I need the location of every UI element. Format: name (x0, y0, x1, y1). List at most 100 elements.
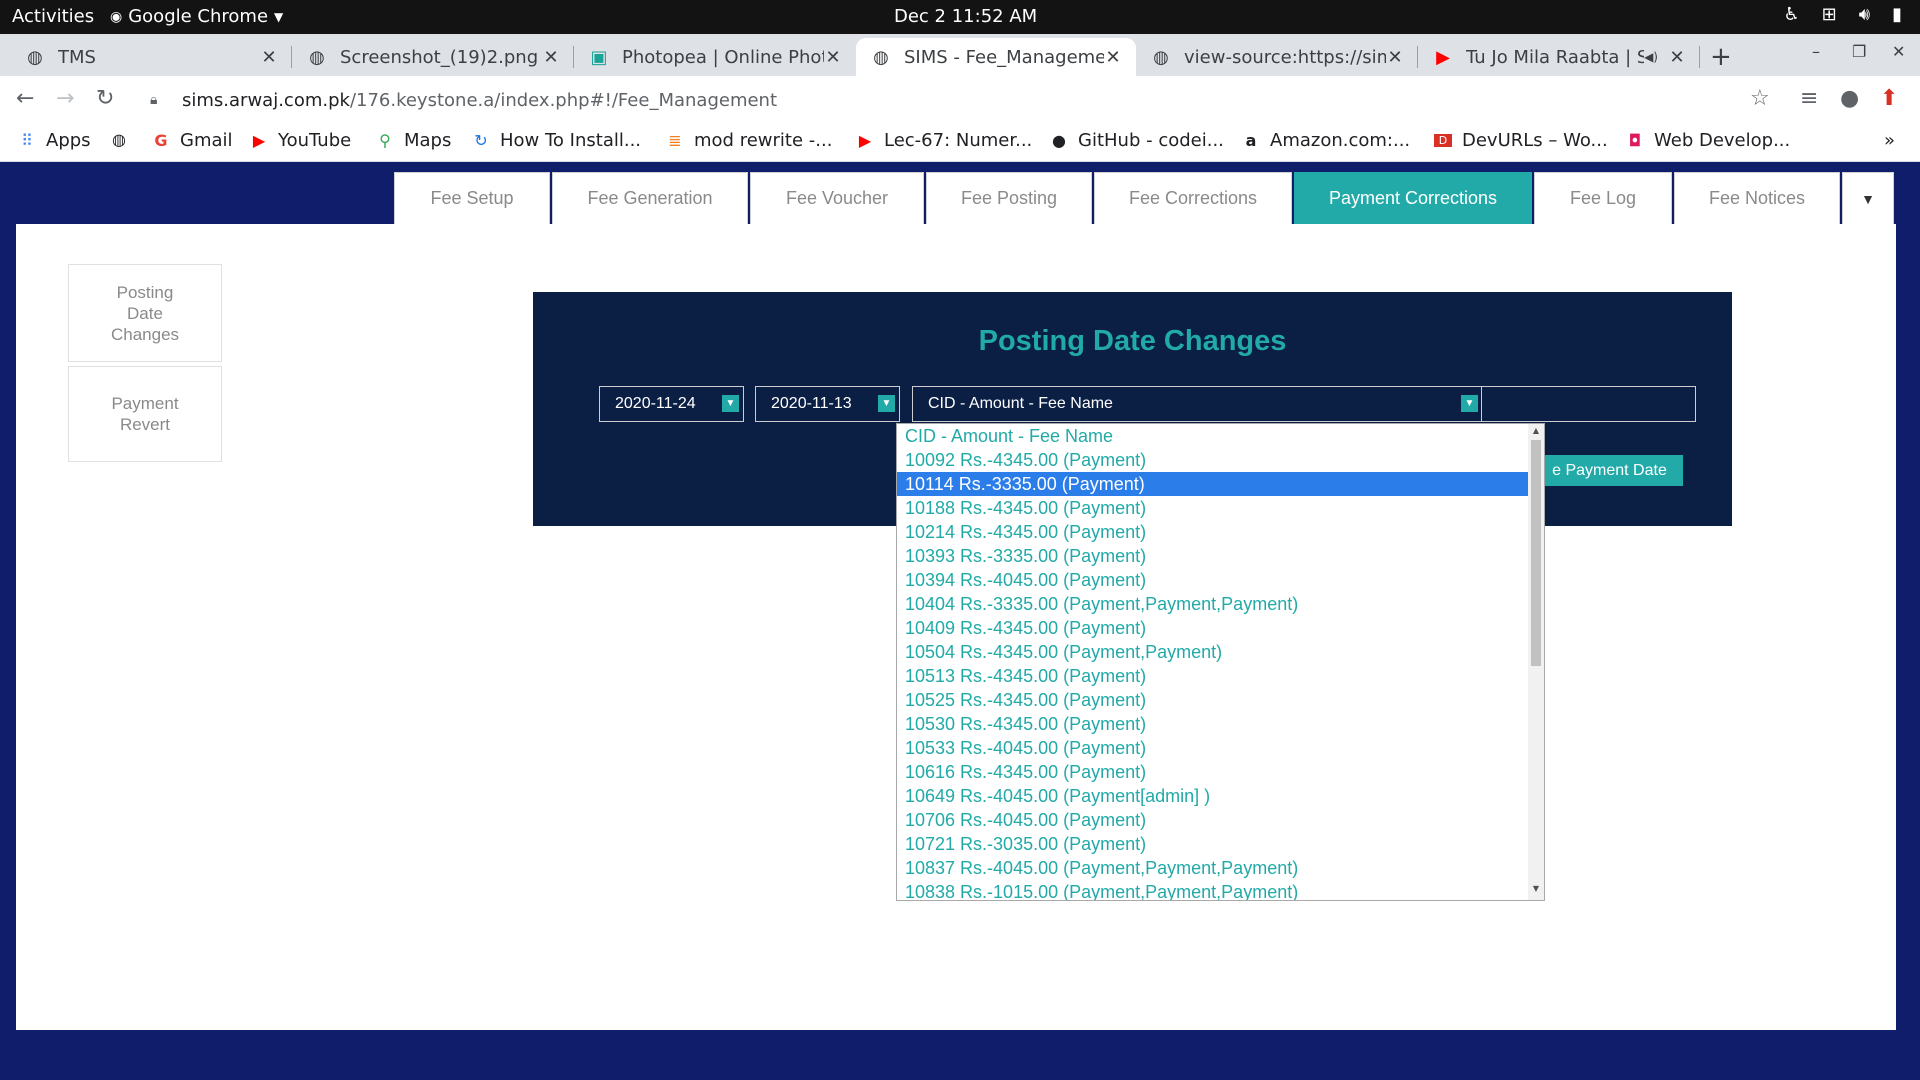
dropdown-option[interactable]: 10533 Rs.-4045.00 (Payment) (897, 736, 1528, 760)
scroll-up-arrow-icon[interactable]: ▲ (1528, 426, 1544, 440)
bookmark-apps[interactable]: ⠿ Apps (18, 130, 90, 151)
dropdown-option[interactable]: 10404 Rs.-3335.00 (Payment,Payment,Payme… (897, 592, 1528, 616)
browser-tab[interactable]: ▶ Tu Jo Mila Raabta | S ◀) ✕ (1418, 38, 1700, 76)
reload-icon[interactable]: ↻ (96, 86, 114, 111)
close-icon[interactable]: ✕ (1104, 47, 1122, 68)
network-icon[interactable]: ⊞ (1822, 4, 1837, 25)
update-alert-icon[interactable]: ⬆ (1880, 86, 1898, 111)
media-control-icon[interactable]: ≡ (1800, 86, 1818, 111)
app-menu[interactable]: ◉ Google Chrome ▼ (110, 6, 283, 27)
tab-fee-posting[interactable]: Fee Posting (926, 172, 1092, 224)
browser-tab[interactable]: ▣ Photopea | Online Phot ✕ (574, 38, 856, 76)
record-dropdown-list[interactable]: CID - Amount - Fee Name 10092 Rs.-4345.0… (896, 423, 1545, 901)
bookmark-gmail[interactable]: G Gmail (152, 130, 232, 151)
browser-tab[interactable]: ◍ TMS ✕ (10, 38, 292, 76)
record-select[interactable]: CID - Amount - Fee Name ▼ (912, 386, 1483, 422)
lock-icon[interactable]: 🔒︎ (150, 92, 170, 108)
close-icon[interactable]: ✕ (1668, 47, 1686, 68)
clock[interactable]: Dec 2 11:52 AM (894, 6, 1037, 27)
back-arrow-icon[interactable]: ← (16, 86, 34, 111)
activities-button[interactable]: Activities (12, 6, 94, 27)
dropdown-option[interactable]: 10394 Rs.-4045.00 (Payment) (897, 568, 1528, 592)
bookmark-github[interactable]: ● GitHub - codei... (1050, 130, 1224, 151)
tab-title: Photopea | Online Phot (622, 46, 824, 68)
forward-arrow-icon[interactable]: → (56, 86, 74, 111)
accessibility-icon[interactable]: ♿ (1784, 4, 1800, 25)
bookmark-label: Web Develop... (1654, 130, 1791, 151)
dropdown-option[interactable]: 10525 Rs.-4345.00 (Payment) (897, 688, 1528, 712)
volume-icon[interactable]: 🔊︎ (1859, 4, 1870, 25)
browser-tab[interactable]: ◍ Screenshot_(19)2.png ( ✕ (292, 38, 574, 76)
tab-fee-corrections[interactable]: Fee Corrections (1094, 172, 1292, 224)
dropdown-option[interactable]: 10616 Rs.-4345.00 (Payment) (897, 760, 1528, 784)
payment-revert-button[interactable]: Payment Revert (68, 366, 222, 462)
bookmark-youtube[interactable]: ▶ YouTube (250, 130, 351, 151)
date-from-select[interactable]: 2020-11-24 ▼ (599, 386, 744, 422)
bookmark-web-develop[interactable]: ◘ Web Develop... (1626, 130, 1791, 151)
dropdown-option[interactable]: 10837 Rs.-4045.00 (Payment,Payment,Payme… (897, 856, 1528, 880)
tab-payment-corrections[interactable]: Payment Corrections (1294, 172, 1532, 224)
dropdown-option[interactable]: 10393 Rs.-3335.00 (Payment) (897, 544, 1528, 568)
new-tab-button[interactable]: + (1710, 42, 1732, 72)
dropdown-option[interactable]: 10706 Rs.-4045.00 (Payment) (897, 808, 1528, 832)
speaker-icon[interactable]: ◀) (1644, 50, 1658, 64)
scroll-down-arrow-icon[interactable]: ▼ (1528, 884, 1544, 898)
bookmarks-overflow-icon[interactable]: » (1884, 130, 1895, 151)
dropdown-option[interactable]: 10721 Rs.-3035.00 (Payment) (897, 832, 1528, 856)
close-icon[interactable]: ✕ (1386, 47, 1404, 68)
tab-fee-voucher[interactable]: Fee Voucher (750, 172, 924, 224)
bookmark-amazon[interactable]: a Amazon.com:... (1242, 130, 1411, 151)
tab-fee-generation[interactable]: Fee Generation (552, 172, 748, 224)
bookmark-how-to-install[interactable]: ↻ How To Install... (472, 130, 641, 151)
dropdown-option[interactable]: 10530 Rs.-4345.00 (Payment) (897, 712, 1528, 736)
bookmark-globe[interactable]: ◍ (110, 130, 128, 149)
close-icon[interactable]: ✕ (824, 47, 842, 68)
bookmark-maps[interactable]: ⚲ Maps (376, 130, 451, 151)
restore-icon[interactable]: ❐ (1852, 42, 1866, 61)
tab-fee-setup[interactable]: Fee Setup (394, 172, 550, 224)
dropdown-option[interactable]: 10214 Rs.-4345.00 (Payment) (897, 520, 1528, 544)
tab-separator (1699, 46, 1700, 68)
browser-tab-active[interactable]: ◍ SIMS - Fee_Managemen ✕ (856, 38, 1136, 76)
scrollbar-thumb[interactable] (1531, 440, 1541, 666)
globe-icon: ◍ (112, 130, 126, 149)
profile-avatar-icon[interactable]: ● (1840, 86, 1859, 111)
close-icon[interactable]: ✕ (260, 47, 278, 68)
minimize-icon[interactable]: – (1812, 42, 1820, 61)
dropdown-option[interactable]: 10649 Rs.-4045.00 (Payment[admin] ) (897, 784, 1528, 808)
dropdown-option[interactable]: 10838 Rs.-1015.00 (Payment,Payment,Payme… (897, 880, 1528, 900)
tab-title: Tu Jo Mila Raabta | S (1466, 46, 1645, 68)
globe-icon: ◍ (27, 46, 43, 68)
bookmark-devurls[interactable]: D DevURLs – Wo... (1434, 130, 1608, 151)
dropdown-option-selected[interactable]: 10114 Rs.-3335.00 (Payment) (897, 472, 1528, 496)
panel-title: Posting Date Changes (978, 325, 1287, 357)
bookmark-label: mod rewrite -... (694, 130, 833, 151)
bookmark-label: YouTube (278, 130, 352, 151)
tab-fee-notices[interactable]: Fee Notices (1674, 172, 1840, 224)
dropdown-option[interactable]: 10188 Rs.-4345.00 (Payment) (897, 496, 1528, 520)
save-payment-date-button[interactable]: e Payment Date (1536, 455, 1683, 486)
address-bar[interactable]: 🔒︎ sims.arwaj.com.pk /176.keystone.a/ind… (138, 82, 1778, 118)
close-window-icon[interactable]: ✕ (1892, 42, 1905, 61)
tab-fee-log[interactable]: Fee Log (1534, 172, 1672, 224)
chrome-icon: ◉ (110, 8, 123, 25)
devurls-icon: D (1434, 134, 1452, 147)
dropdown-scrollbar[interactable]: ▲ ▼ (1528, 424, 1544, 900)
more-tabs-dropdown[interactable]: ▼ (1842, 172, 1894, 224)
bookmark-mod-rewrite[interactable]: ≣ mod rewrite -... (666, 130, 832, 151)
dropdown-option[interactable]: CID - Amount - Fee Name (897, 424, 1528, 448)
battery-icon[interactable]: ▮ (1892, 4, 1902, 25)
bookmark-star-icon[interactable]: ☆ (1750, 86, 1770, 111)
bookmark-lec-67[interactable]: ▶ Lec-67: Numer... (856, 130, 1032, 151)
dropdown-option[interactable]: 10513 Rs.-4345.00 (Payment) (897, 664, 1528, 688)
close-icon[interactable]: ✕ (542, 47, 560, 68)
browser-tab[interactable]: ◍ view-source:https://sim ✕ (1136, 38, 1418, 76)
dropdown-option[interactable]: 10504 Rs.-4345.00 (Payment,Payment) (897, 640, 1528, 664)
posting-date-changes-button[interactable]: Posting Date Changes (68, 264, 222, 362)
system-tray[interactable]: ♿ ⊞ 🔊︎ ▮ (1784, 4, 1902, 25)
new-date-input[interactable] (1481, 386, 1696, 422)
date-to-select[interactable]: 2020-11-13 ▼ (755, 386, 900, 422)
url-path: /176.keystone.a/index.php#!/Fee_Manageme… (349, 89, 778, 111)
dropdown-option[interactable]: 10092 Rs.-4345.00 (Payment) (897, 448, 1528, 472)
dropdown-option[interactable]: 10409 Rs.-4345.00 (Payment) (897, 616, 1528, 640)
